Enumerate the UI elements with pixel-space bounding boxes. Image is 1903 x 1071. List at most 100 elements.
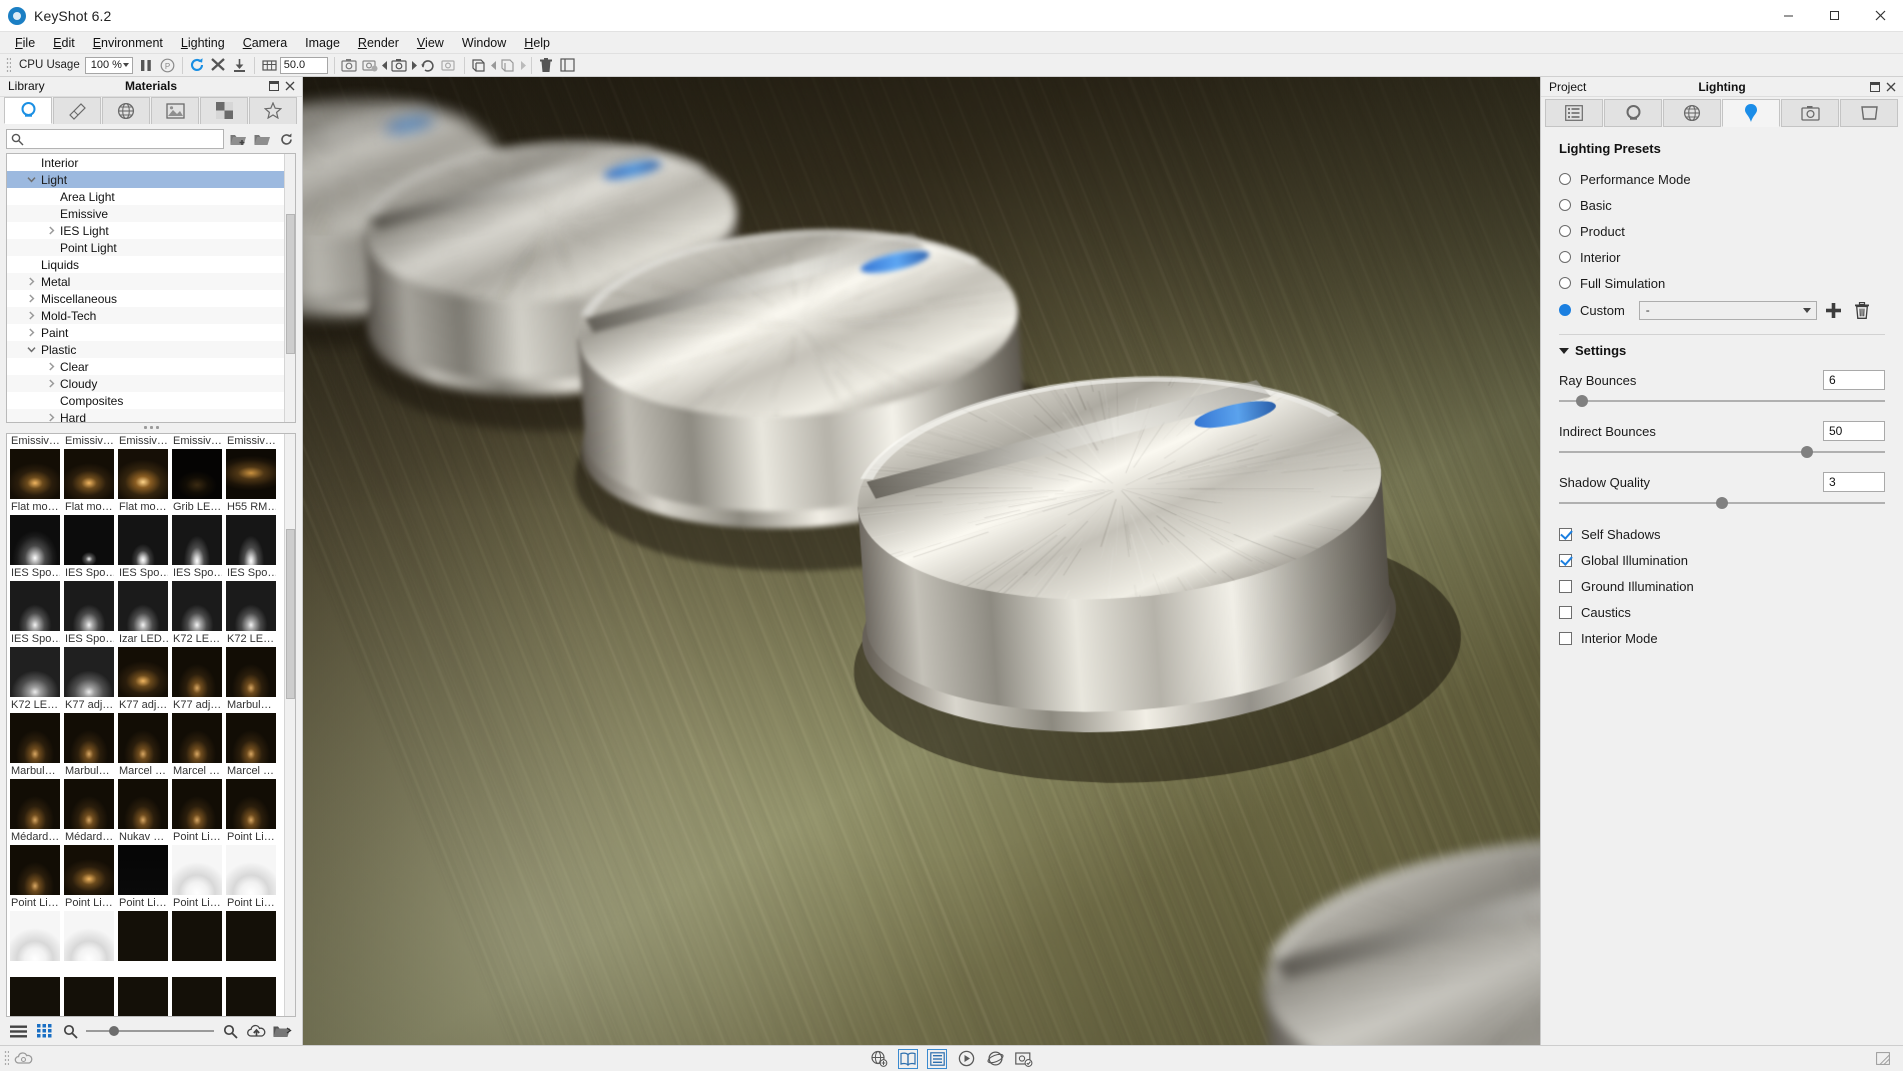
material-thumbnail-image[interactable] [226,845,276,895]
material-thumbnail-image[interactable] [10,779,60,829]
add-preset-button[interactable] [1823,299,1845,321]
cloud-upload-icon[interactable] [246,1021,266,1041]
library-tab-textures[interactable] [200,97,248,124]
material-thumbnail-image[interactable] [172,581,222,631]
render-icon[interactable] [1014,1049,1034,1069]
slider-knob[interactable] [1801,446,1813,458]
material-thumbnail-cell[interactable]: Grib LE… [172,500,222,565]
material-thumbnail-image[interactable] [172,647,222,697]
tree-item-area-light[interactable]: Area Light [7,188,295,205]
tab-scene[interactable] [1545,99,1603,127]
menu-image[interactable]: Image [296,34,349,52]
material-thumbnail-image[interactable] [226,779,276,829]
material-thumbnail-image[interactable] [226,647,276,697]
performance-value-input[interactable]: 50.0 [280,57,328,74]
custom-preset-select[interactable]: - [1639,301,1817,320]
material-thumbnail-cell[interactable]: Médard… [10,830,60,895]
material-thumbnail-image[interactable] [64,911,114,961]
material-thumbnail-image[interactable] [118,449,168,499]
radio-button[interactable] [1559,173,1571,185]
material-thumbnail-cell[interactable]: K72 LE… [172,632,222,697]
chevron-right-icon[interactable] [25,290,38,307]
chevron-right-icon[interactable] [45,375,58,392]
open-folder-icon[interactable] [252,129,272,149]
tab-camera[interactable] [1781,99,1839,127]
material-thumbnail-cell[interactable]: Emissiv… [118,434,168,499]
tree-item-mold-tech[interactable]: Mold-Tech [7,307,295,324]
grid-view-icon[interactable] [34,1021,54,1041]
preset-performance-mode[interactable]: Performance Mode [1559,166,1885,192]
material-thumbnail-grid[interactable]: Emissiv… Emissiv… Emissiv… Emissiv… Emissiv…… [6,433,296,1017]
material-thumbnail-image[interactable] [64,647,114,697]
material-thumbnail-image[interactable] [64,779,114,829]
zoom-in-icon[interactable] [220,1021,240,1041]
menu-view[interactable]: View [408,34,453,52]
radio-button[interactable] [1559,251,1571,263]
material-thumbnail-image[interactable] [118,911,168,961]
add-geometry-icon[interactable] [869,1049,889,1069]
checkbox-caustics[interactable]: Caustics [1559,601,1885,623]
slider-knob[interactable] [109,1026,119,1036]
material-thumbnail-cell[interactable]: K77 adj… [172,698,222,763]
library-tab-backplates[interactable] [151,97,199,124]
close-panel-icon[interactable] [284,80,296,92]
material-thumbnail-image[interactable] [64,515,114,565]
library-tab-environments[interactable] [102,97,150,124]
maximize-button[interactable] [1811,0,1857,32]
material-thumbnail-cell[interactable] [10,962,60,1017]
material-grid-scrollbar[interactable] [284,434,295,1016]
material-thumbnail-cell[interactable] [64,962,114,1017]
tree-item-clear[interactable]: Clear [7,358,295,375]
material-thumbnail-image[interactable] [172,977,222,1017]
resize-grip-icon[interactable] [1873,1049,1893,1069]
zoom-out-icon[interactable] [60,1021,80,1041]
material-thumbnail-cell[interactable] [118,962,168,1017]
project-tab-label[interactable]: Project [1541,80,1586,94]
tree-item-emissive[interactable]: Emissive [7,205,295,222]
performance-mode-button[interactable]: P [157,55,178,76]
material-thumbnail-image[interactable] [10,449,60,499]
radio-button[interactable] [1559,277,1571,289]
undock-icon[interactable] [1869,81,1881,93]
tree-item-miscellaneous[interactable]: Miscellaneous [7,290,295,307]
add-folder-icon[interactable] [228,129,248,149]
menu-camera[interactable]: Camera [234,34,296,52]
setting-slider[interactable] [1559,444,1885,460]
material-thumbnail-image[interactable] [10,515,60,565]
animation-icon[interactable] [956,1049,976,1069]
material-thumbnail-image[interactable] [64,581,114,631]
material-thumbnail-image[interactable] [226,911,276,961]
material-thumbnail-image[interactable] [226,515,276,565]
library-icon[interactable] [898,1049,918,1069]
pause-button[interactable] [136,55,157,76]
preset-basic[interactable]: Basic [1559,192,1885,218]
checkbox-interior-mode[interactable]: Interior Mode [1559,627,1885,649]
slider-knob[interactable] [1576,395,1588,407]
material-thumbnail-cell[interactable]: K72 LE… [226,632,276,697]
material-thumbnail-cell[interactable]: Emissiv… [10,434,60,499]
material-thumbnail-cell[interactable]: Point Li… [226,896,276,961]
render-canvas[interactable] [303,77,1540,1045]
material-thumbnail-cell[interactable]: IES Spo… [172,566,222,631]
search-input[interactable] [28,133,223,145]
camera-copy-button[interactable] [439,55,460,76]
library-tab-materials[interactable] [4,97,52,124]
checkbox-box[interactable] [1559,554,1572,567]
radio-button[interactable] [1559,225,1571,237]
chevron-right-icon[interactable] [45,409,58,422]
model-set-next-button[interactable] [519,55,527,76]
model-set-button[interactable] [469,55,490,76]
material-thumbnail-image[interactable] [172,713,222,763]
trash-button[interactable] [536,55,557,76]
import-button[interactable] [229,55,250,76]
material-thumbnail-image[interactable] [226,977,276,1017]
tree-item-paint[interactable]: Paint [7,324,295,341]
tab-environment[interactable] [1663,99,1721,127]
menu-lighting[interactable]: Lighting [172,34,234,52]
scissors-button[interactable] [208,55,229,76]
reset-camera-button[interactable] [418,55,439,76]
slider-knob[interactable] [1716,497,1728,509]
menu-window[interactable]: Window [453,34,515,52]
checkbox-box[interactable] [1559,632,1572,645]
material-thumbnail-image[interactable] [118,581,168,631]
